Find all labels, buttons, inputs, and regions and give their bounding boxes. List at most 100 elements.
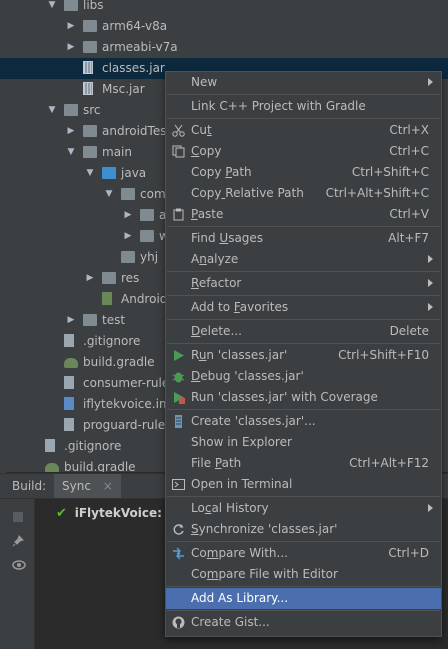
file-icon [45,439,55,452]
folder-icon [102,272,116,284]
sync-icon [172,523,185,536]
menu-item-create-classes-jar[interactable]: Create 'classes.jar'... [166,411,441,432]
build-entry-name: iFlytekVoice: [74,506,162,520]
gradle-icon [64,358,78,368]
stop-icon[interactable] [12,511,24,523]
menu-item-shortcut: Ctrl+Shift+C [351,165,429,179]
tab-close-icon[interactable]: × [103,479,113,493]
expand-arrow-icon[interactable]: ▼ [84,163,96,184]
menu-item-label: Link C++ Project with Gradle [191,99,366,113]
tree-row-label: consumer-rules [83,376,176,390]
source-folder-icon [102,167,116,179]
menu-item-paste[interactable]: Paste Ctrl+V [166,204,441,225]
pin-icon[interactable] [12,535,24,547]
menu-separator [167,94,440,95]
menu-item-copy-relative-path[interactable]: Copy Relative Path Ctrl+Alt+Shift+C [166,183,441,204]
menu-item-label: Show in Explorer [191,435,292,449]
terminal-icon [172,478,185,491]
tree-row-label: src [83,103,101,117]
menu-item-shortcut: Ctrl+D [388,546,429,560]
tree-row[interactable]: ▶ arm64-v8a [0,16,448,37]
menu-separator [167,271,440,272]
tree-row[interactable]: ▼ libs [0,0,448,16]
menu-item-compare-file-with-editor[interactable]: Compare File with Editor [166,564,441,585]
menu-item-refactor[interactable]: Refactor [166,273,441,294]
tab-sync[interactable]: Sync × [54,474,121,498]
menu-item-show-in-explorer[interactable]: Show in Explorer [166,432,441,453]
tree-row-label: main [102,145,132,159]
file-icon [64,376,74,389]
menu-separator [167,118,440,119]
menu-item-link-c-project-with-gradle[interactable]: Link C++ Project with Gradle [166,96,441,117]
menu-item-label: New [191,75,218,89]
folder-icon [83,20,97,32]
menu-item-label: Add to Favorites [191,300,289,314]
collapse-arrow-icon[interactable]: ▶ [65,37,77,58]
menu-item-copy-path[interactable]: Copy Path Ctrl+Shift+C [166,162,441,183]
file-icon [64,418,74,431]
menu-item-open-in-terminal[interactable]: Open in Terminal [166,474,441,495]
menu-item-add-to-favorites[interactable]: Add to Favorites [166,297,441,318]
menu-item-file-path[interactable]: File Path Ctrl+Alt+F12 [166,453,441,474]
menu-item-local-history[interactable]: Local History [166,498,441,519]
tab-sync-label: Sync [62,479,91,493]
tree-row-label: build.gradle [83,355,155,369]
tree-row-label: .gitignore [83,334,141,348]
menu-item-run-classes-jar[interactable]: Run 'classes.jar' Ctrl+Shift+F10 [166,345,441,366]
menu-item-label: Synchronize 'classes.jar' [191,522,338,536]
menu-item-compare-with[interactable]: Compare With... Ctrl+D [166,543,441,564]
submenu-arrow-icon [428,504,433,512]
expand-arrow-icon[interactable]: ▼ [46,100,58,121]
scissors-icon [172,124,185,137]
menu-separator [167,343,440,344]
menu-item-analyze[interactable]: Analyze [166,249,441,270]
menu-item-label: Copy Path [191,165,252,179]
folder-icon [83,41,97,53]
eye-icon[interactable] [12,559,26,571]
tree-row-label: libs [83,0,104,12]
jar-icon [83,61,93,74]
menu-separator [167,295,440,296]
collapse-arrow-icon[interactable]: ▶ [84,268,96,289]
menu-separator [167,319,440,320]
menu-item-delete[interactable]: Delete... Delete [166,321,441,342]
menu-item-debug-classes-jar[interactable]: Debug 'classes.jar' [166,366,441,387]
iml-icon [64,397,74,410]
file-icon [64,334,74,347]
menu-item-synchronize-classes-jar[interactable]: Synchronize 'classes.jar' [166,519,441,540]
build-entry[interactable]: ✔ iFlytekVoice: su [56,504,182,522]
menu-item-label: Local History [191,501,269,515]
collapse-arrow-icon[interactable]: ▶ [65,121,77,142]
package-icon [140,230,154,242]
menu-item-copy[interactable]: Copy Ctrl+C [166,141,441,162]
expand-arrow-icon[interactable]: ▼ [65,142,77,163]
tree-row-label: armeabi-v7a [102,40,178,54]
check-icon: ✔ [56,506,67,521]
collapse-arrow-icon[interactable]: ▶ [65,16,77,37]
tree-row-label: test [102,313,126,327]
menu-item-create-gist[interactable]: Create Gist... [166,612,441,633]
menu-item-label: Refactor [191,276,242,290]
menu-item-new[interactable]: New [166,72,441,93]
run-icon [172,349,185,362]
menu-item-add-as-library[interactable]: Add As Library... [166,588,441,609]
menu-item-find-usages[interactable]: Find Usages Alt+F7 [166,228,441,249]
tree-row-label: iflytekvoice.iml [83,397,174,411]
menu-item-run-classes-jar-with-coverage[interactable]: Run 'classes.jar' with Coverage [166,387,441,408]
submenu-arrow-icon [428,279,433,287]
expand-arrow-icon[interactable]: ▼ [103,184,115,205]
context-menu: New Link C++ Project with Gradle Cut Ctrl+X… [165,71,442,637]
collapse-arrow-icon[interactable]: ▶ [122,205,134,226]
menu-item-label: Create 'classes.jar'... [191,414,316,428]
tree-row[interactable]: ▶ armeabi-v7a [0,37,448,58]
build-side-toolbar [0,499,35,649]
build-label: Build: [12,479,47,493]
collapse-arrow-icon[interactable]: ▶ [122,226,134,247]
expand-arrow-icon[interactable]: ▼ [46,0,58,16]
menu-item-cut[interactable]: Cut Ctrl+X [166,120,441,141]
tree-row-label: .gitignore [64,439,122,453]
package-icon [121,188,135,200]
gradle-icon [45,463,59,472]
menu-item-label: Add As Library... [191,591,289,605]
collapse-arrow-icon[interactable]: ▶ [65,310,77,331]
